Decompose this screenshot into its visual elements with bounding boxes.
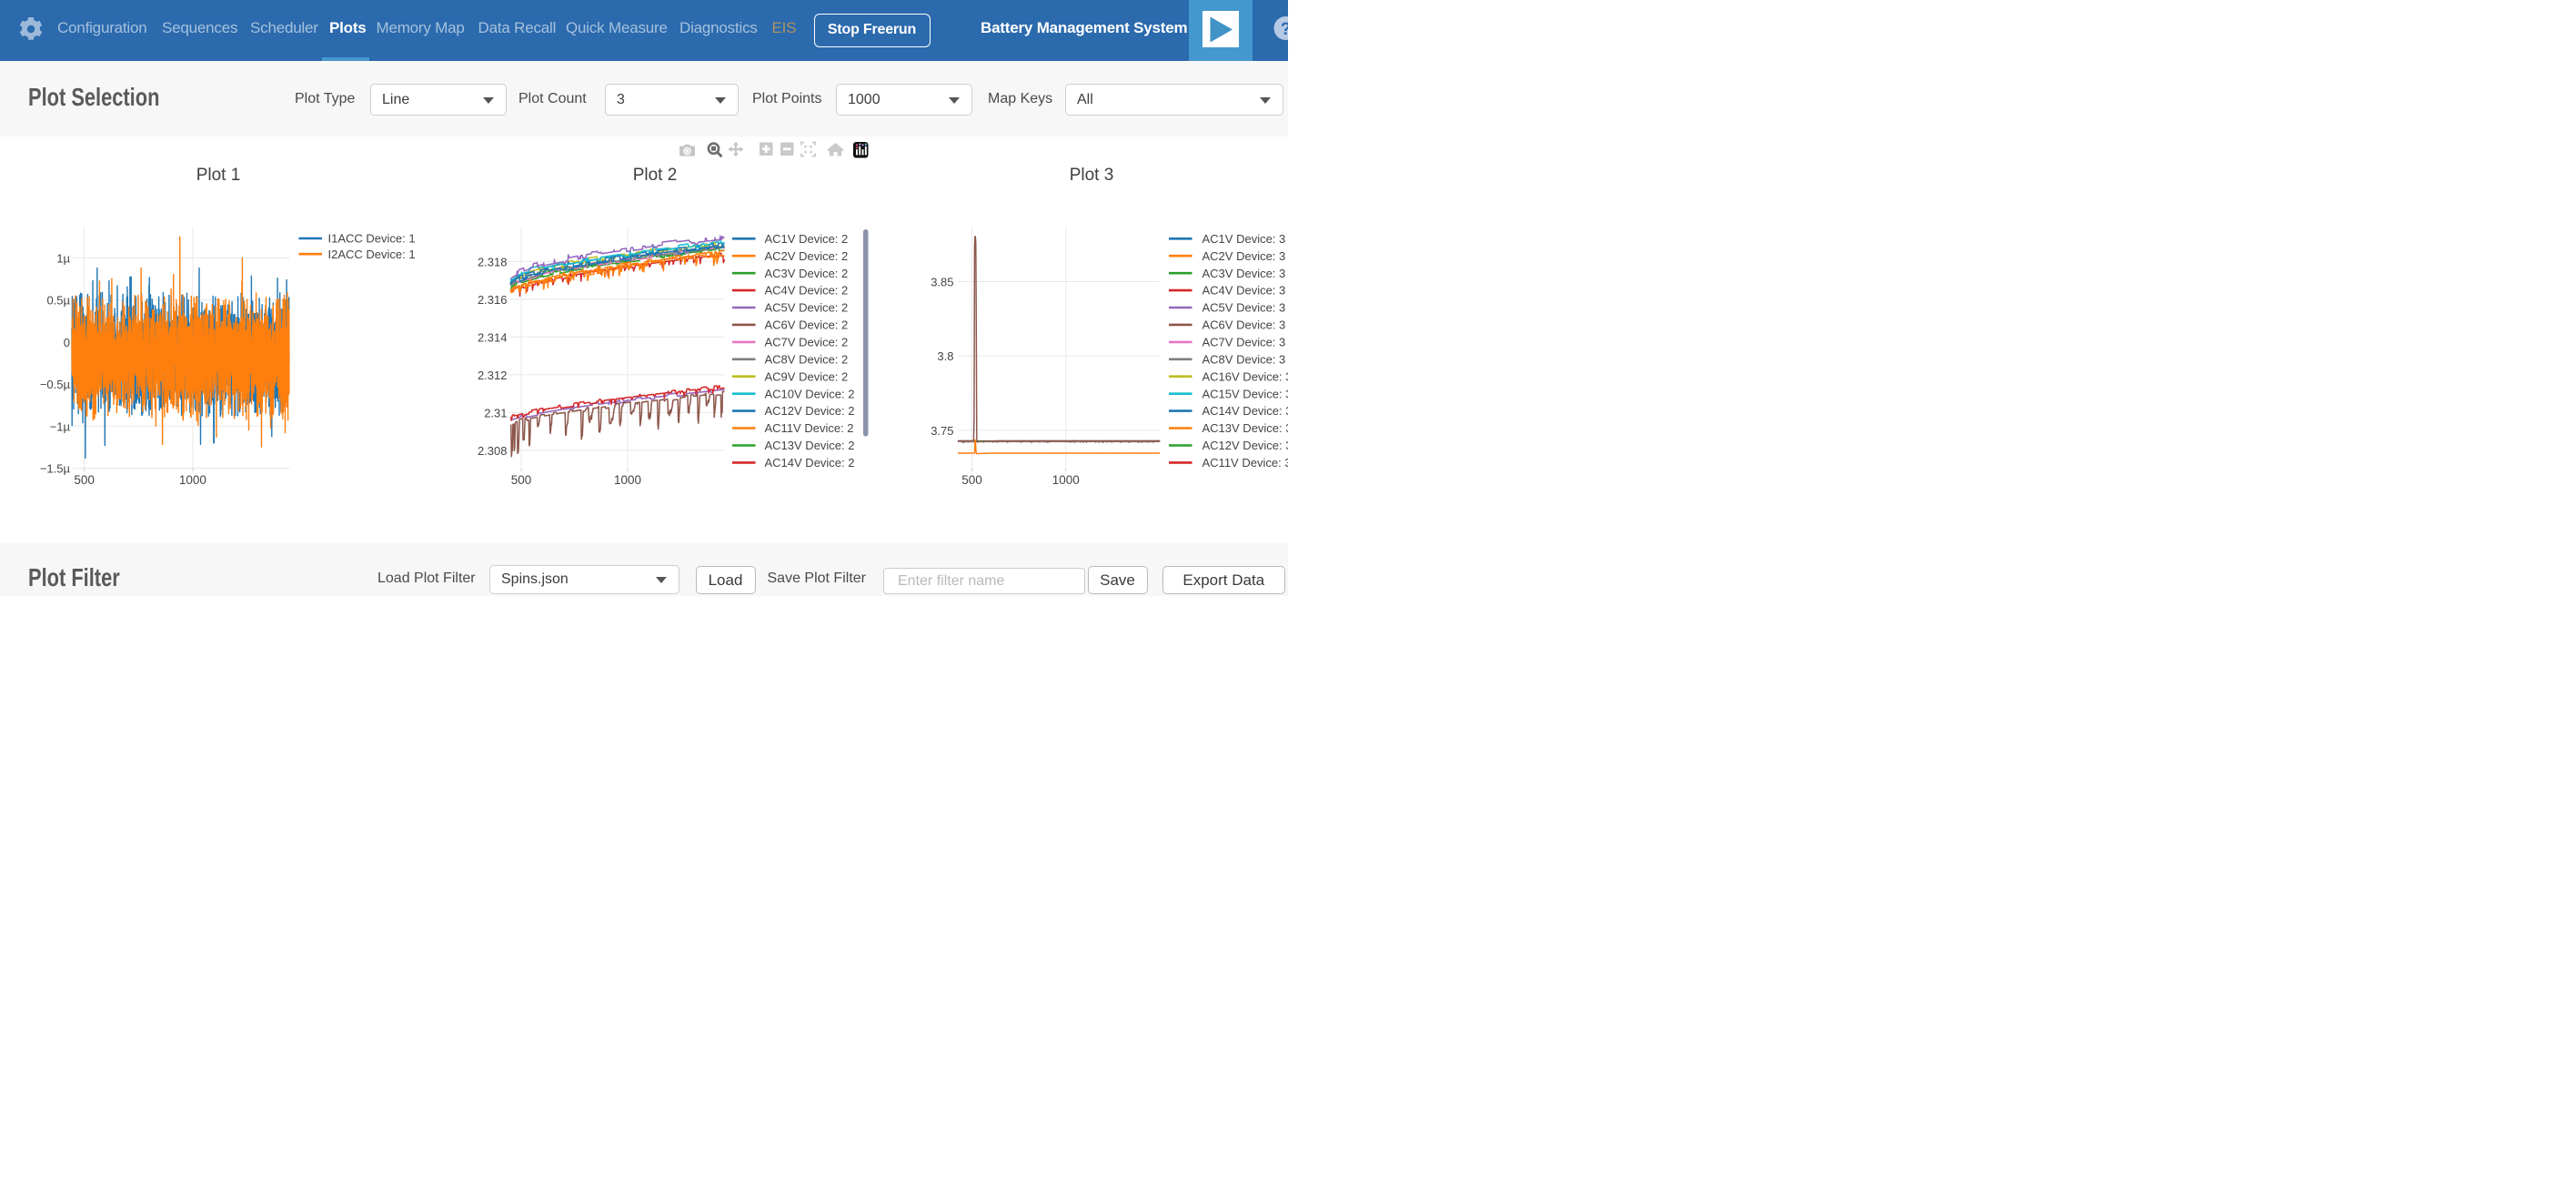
svg-text:2.308: 2.308 — [478, 444, 508, 458]
svg-text:1µ: 1µ — [56, 252, 70, 266]
svg-text:500: 500 — [74, 473, 95, 487]
svg-text:AC6V Device: 2: AC6V Device: 2 — [765, 318, 849, 332]
svg-text:AC13V Device: 3: AC13V Device: 3 — [1202, 421, 1289, 435]
svg-text:AC14V Device: 2: AC14V Device: 2 — [765, 456, 855, 470]
svg-text:500: 500 — [511, 473, 532, 487]
svg-text:Plot 2: Plot 2 — [633, 166, 678, 185]
svg-text:AC13V Device: 2: AC13V Device: 2 — [765, 439, 855, 452]
svg-text:AC12V Device: 2: AC12V Device: 2 — [765, 404, 855, 418]
svg-text:1000: 1000 — [1052, 473, 1080, 487]
svg-text:AC5V Device: 2: AC5V Device: 2 — [765, 301, 849, 315]
svg-text:AC4V Device: 3: AC4V Device: 3 — [1202, 284, 1286, 298]
svg-text:3.8: 3.8 — [937, 349, 953, 363]
svg-text:AC6V Device: 3: AC6V Device: 3 — [1202, 318, 1286, 332]
svg-text:AC2V Device: 2: AC2V Device: 2 — [765, 249, 849, 263]
svg-text:2.318: 2.318 — [478, 255, 508, 268]
svg-text:−1µ: −1µ — [50, 419, 71, 433]
svg-text:AC2V Device: 3: AC2V Device: 3 — [1202, 249, 1286, 263]
svg-text:AC11V Device: 2: AC11V Device: 2 — [765, 421, 854, 435]
svg-text:2.312: 2.312 — [478, 369, 508, 382]
svg-text:1000: 1000 — [614, 473, 641, 487]
svg-text:AC16V Device: 3: AC16V Device: 3 — [1202, 369, 1289, 383]
svg-text:AC7V Device: 2: AC7V Device: 2 — [765, 336, 849, 349]
svg-text:AC1V Device: 3: AC1V Device: 3 — [1202, 232, 1286, 246]
svg-text:AC10V Device: 2: AC10V Device: 2 — [765, 387, 855, 400]
svg-text:AC3V Device: 2: AC3V Device: 2 — [765, 267, 849, 280]
svg-text:2.314: 2.314 — [478, 330, 508, 344]
svg-text:AC9V Device: 2: AC9V Device: 2 — [765, 369, 849, 383]
svg-text:0.5µ: 0.5µ — [46, 294, 70, 308]
svg-text:500: 500 — [961, 473, 982, 487]
svg-text:AC4V Device: 2: AC4V Device: 2 — [765, 284, 849, 298]
svg-text:AC1V Device: 2: AC1V Device: 2 — [765, 232, 849, 246]
svg-text:1000: 1000 — [179, 473, 206, 487]
svg-text:AC8V Device: 2: AC8V Device: 2 — [765, 352, 849, 366]
svg-text:AC12V Device: 3: AC12V Device: 3 — [1202, 439, 1289, 452]
svg-text:Plot 3: Plot 3 — [1070, 166, 1114, 185]
svg-text:Plot 1: Plot 1 — [196, 166, 241, 185]
svg-text:AC11V Device: 3: AC11V Device: 3 — [1202, 456, 1289, 470]
svg-text:AC14V Device: 3: AC14V Device: 3 — [1202, 404, 1289, 418]
svg-text:I2ACC Device: 1: I2ACC Device: 1 — [328, 247, 416, 261]
svg-text:?: ? — [1281, 20, 1288, 39]
svg-text:−0.5µ: −0.5µ — [40, 378, 71, 391]
svg-text:AC7V Device: 3: AC7V Device: 3 — [1202, 336, 1286, 349]
svg-text:2.316: 2.316 — [478, 293, 508, 307]
svg-text:0: 0 — [64, 336, 70, 349]
svg-text:−1.5µ: −1.5µ — [40, 462, 71, 476]
svg-text:3.75: 3.75 — [931, 424, 953, 438]
svg-text:AC5V Device: 3: AC5V Device: 3 — [1202, 301, 1286, 315]
svg-text:AC15V Device: 3: AC15V Device: 3 — [1202, 387, 1289, 400]
svg-text:I1ACC Device: 1: I1ACC Device: 1 — [328, 232, 416, 246]
svg-text:3.85: 3.85 — [931, 276, 953, 289]
svg-text:2.31: 2.31 — [484, 406, 507, 419]
svg-text:AC3V Device: 3: AC3V Device: 3 — [1202, 267, 1286, 280]
svg-text:AC8V Device: 3: AC8V Device: 3 — [1202, 352, 1286, 366]
